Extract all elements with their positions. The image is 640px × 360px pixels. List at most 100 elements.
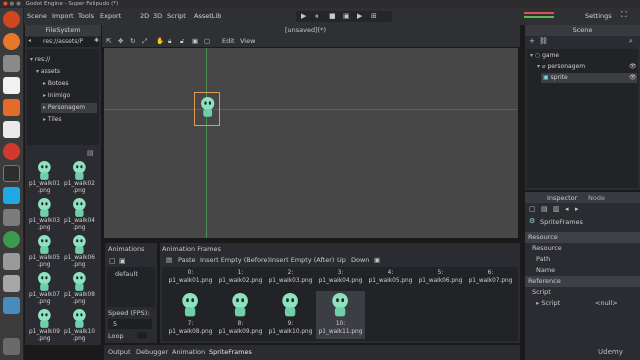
tab-spriteframes[interactable]: SpriteFrames: [209, 348, 252, 356]
debug-icon[interactable]: ⊞: [371, 12, 377, 20]
tab-inspector[interactable]: Inspector: [547, 194, 577, 202]
delete-animation-icon[interactable]: ▣: [119, 257, 126, 265]
save-resource-icon[interactable]: ▥: [553, 205, 560, 213]
filesystem-tab[interactable]: FileSystem: [25, 25, 101, 36]
files-icon[interactable]: [3, 55, 20, 72]
property-script[interactable]: ▸ Script <null>: [525, 298, 640, 309]
pause-icon[interactable]: ⏸: [315, 12, 319, 21]
animation-item-default[interactable]: default: [107, 269, 155, 279]
file-item[interactable]: p1_walk01 .png: [27, 159, 61, 195]
scale-tool-icon[interactable]: ⤢: [142, 37, 147, 46]
scene-tab-unsaved[interactable]: [unsaved](*): [285, 26, 326, 34]
tab-output[interactable]: Output: [108, 348, 131, 356]
menu-tools[interactable]: Tools: [78, 12, 94, 20]
edit-menu[interactable]: Edit: [222, 37, 235, 45]
file-item[interactable]: p1_walk06 .png: [62, 233, 96, 269]
stop-icon[interactable]: ■: [329, 12, 336, 20]
menu-scene[interactable]: Scene: [27, 12, 47, 20]
file-item[interactable]: p1_walk05 .png: [27, 233, 61, 269]
file-item[interactable]: p1_walk08 .png: [62, 270, 96, 306]
new-animation-icon[interactable]: ▢: [109, 257, 116, 265]
search-icon[interactable]: ⌕: [629, 37, 633, 46]
amazon-icon[interactable]: [3, 121, 20, 138]
scene-node-game[interactable]: ▾ ○ game: [530, 51, 559, 61]
group-icon[interactable]: ▣: [192, 37, 198, 45]
disk2-icon[interactable]: [3, 275, 20, 292]
history-back-icon[interactable]: ◂: [565, 205, 569, 213]
scene-node-sprite[interactable]: ▣ sprite: [541, 73, 637, 83]
property-path[interactable]: Path: [525, 254, 640, 265]
frame-item[interactable]: 10: p1_walk11.png: [316, 291, 365, 339]
canvas-viewport[interactable]: [104, 48, 518, 238]
mode-assetlib-button[interactable]: AssetLib: [194, 12, 221, 20]
file-item[interactable]: p1_walk02 .png: [62, 159, 96, 195]
frame-item[interactable]: 2: p1_walk03.png: [266, 269, 315, 289]
move-tool-icon[interactable]: ✥: [118, 37, 123, 45]
chrome-icon[interactable]: [3, 143, 20, 160]
tree-item-assets[interactable]: ▾ assets: [36, 67, 60, 77]
terminal-icon[interactable]: [3, 165, 20, 182]
play-icon[interactable]: ▶: [301, 12, 306, 20]
menu-export[interactable]: Export: [100, 12, 121, 20]
tree-item-inimigo[interactable]: ▸ Inimigo: [43, 91, 70, 101]
frame-item[interactable]: 5: p1_walk06.png: [416, 269, 465, 289]
speed-input[interactable]: 5: [108, 319, 152, 329]
scene-node-personagem[interactable]: ▾ ⌀ personagem: [537, 62, 585, 72]
software-center-icon[interactable]: [3, 99, 20, 116]
rotate-tool-icon[interactable]: ↻: [130, 37, 135, 45]
delete-frame-icon[interactable]: ▣: [374, 256, 380, 264]
writer-icon[interactable]: [3, 77, 20, 94]
visibility-icon[interactable]: 👁︎: [629, 63, 637, 70]
star-icon[interactable]: ✱: [94, 37, 99, 44]
play-scene-icon[interactable]: ▣: [343, 12, 350, 20]
mode-3d-button[interactable]: 3D: [153, 12, 162, 20]
app-icon[interactable]: [3, 231, 20, 248]
property-name[interactable]: Name: [525, 265, 640, 276]
menu-settings[interactable]: Settings: [585, 12, 612, 20]
loop-toggle[interactable]: [137, 332, 147, 339]
up-button[interactable]: Up: [337, 256, 346, 264]
file-item[interactable]: p1_walk04 .png: [62, 196, 96, 232]
section-resource[interactable]: Resource: [525, 232, 640, 243]
lock-icon[interactable]: 🔒︎: [168, 37, 171, 46]
open-resource-icon[interactable]: ▤: [541, 205, 548, 213]
file-item[interactable]: p1_walk07 .png: [27, 270, 61, 306]
frame-item[interactable]: 7: p1_walk08.png: [166, 291, 215, 339]
visibility-icon-2[interactable]: 👁︎: [629, 74, 637, 81]
view-mode-icon[interactable]: ▤: [87, 149, 94, 157]
file-item[interactable]: p1_walk09 .png: [27, 307, 61, 343]
section-resource-sub[interactable]: Resource: [525, 243, 640, 254]
skype-icon[interactable]: [3, 187, 20, 204]
section-reference[interactable]: Reference: [525, 276, 640, 287]
frame-item[interactable]: 8: p1_walk09.png: [216, 291, 265, 339]
frame-item[interactable]: 4: p1_walk05.png: [366, 269, 415, 289]
file-item[interactable]: p1_walk10 .png: [62, 307, 96, 343]
tree-item-tiles[interactable]: ▸ Tiles: [43, 115, 62, 125]
unlock-icon[interactable]: 🔓︎: [180, 37, 184, 46]
tree-item-botoes[interactable]: ▸ Botoes: [43, 79, 69, 89]
tab-animation[interactable]: Animation: [172, 348, 205, 356]
section-script[interactable]: Script: [525, 287, 640, 298]
insert-after-button[interactable]: Insert Empty (After): [270, 256, 334, 264]
sprite-selection[interactable]: [194, 92, 220, 126]
frame-item[interactable]: 6: p1_walk07.png: [466, 269, 515, 289]
tab-debugger[interactable]: Debugger: [136, 348, 168, 356]
trash-icon[interactable]: [3, 338, 20, 355]
paste-button[interactable]: Paste: [178, 256, 196, 264]
tree-item-personagem[interactable]: ▸ Personagem: [41, 103, 97, 113]
disk-icon[interactable]: [3, 253, 20, 270]
frame-item[interactable]: 3: p1_walk04.png: [316, 269, 365, 289]
fullscreen-icon[interactable]: ⛶: [621, 10, 627, 20]
frame-item[interactable]: 0: p1_walk01.png: [166, 269, 215, 289]
file-item[interactable]: p1_walk03 .png: [27, 196, 61, 232]
link-icon[interactable]: ⛓: [539, 37, 548, 45]
script-value[interactable]: <null>: [595, 298, 618, 309]
add-node-icon[interactable]: +: [529, 37, 535, 45]
mode-script-button[interactable]: Script: [167, 12, 186, 20]
view-menu[interactable]: View: [240, 37, 255, 45]
back-icon[interactable]: ◂: [28, 37, 31, 44]
path-bar[interactable]: ◂ res://assets/P ✱: [27, 37, 99, 47]
ubuntu-icon[interactable]: [3, 11, 20, 28]
insert-before-button[interactable]: Insert Empty (Before): [200, 256, 270, 264]
menu-import[interactable]: Import: [52, 12, 74, 20]
